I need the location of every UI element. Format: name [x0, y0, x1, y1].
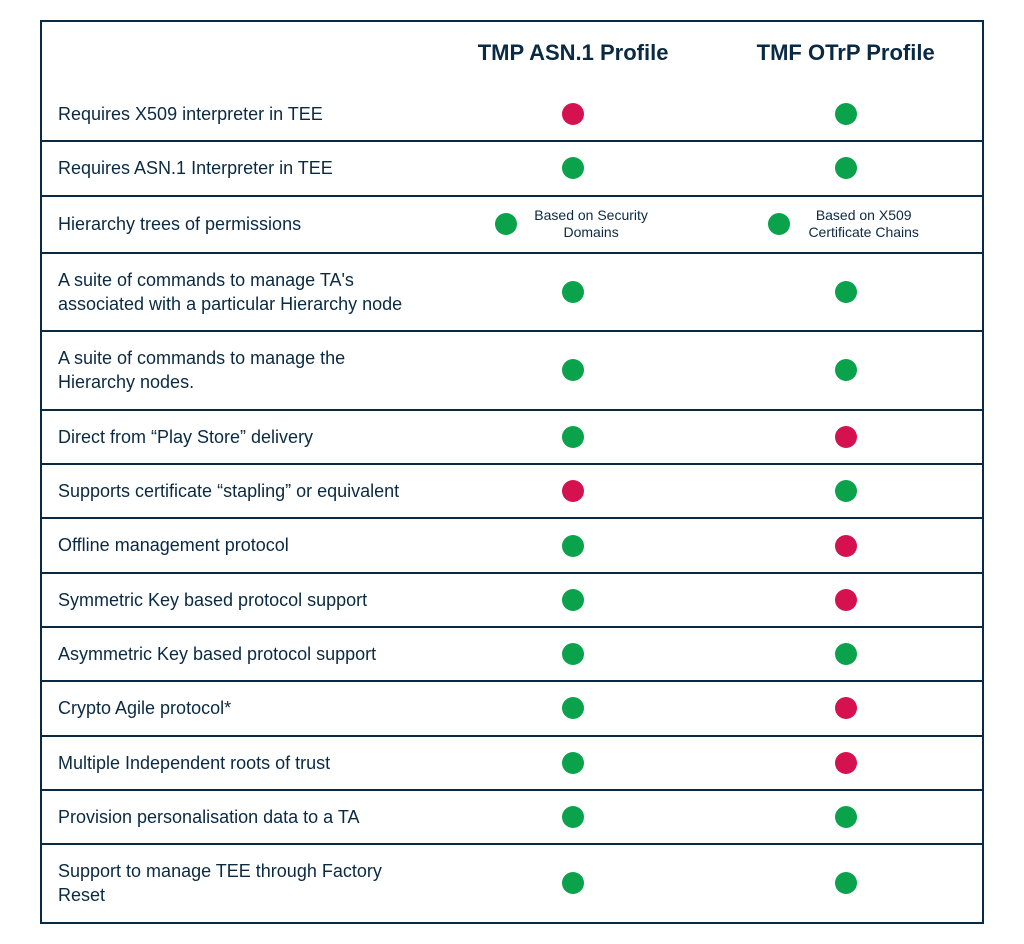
status-dot-red-icon: [835, 752, 857, 774]
status-dot-red-icon: [835, 589, 857, 611]
row-label: Direct from “Play Store” delivery: [42, 410, 437, 464]
col1-cell: [437, 253, 710, 332]
status-dot-green-icon: [835, 480, 857, 502]
status-dot-green-icon: [835, 157, 857, 179]
status-dot-green-icon: [835, 872, 857, 894]
row-label: Multiple Independent roots of trust: [42, 736, 437, 790]
status-dot-green-icon: [835, 359, 857, 381]
status-dot-green-icon: [768, 213, 790, 235]
col1-cell: [437, 573, 710, 627]
status-dot-red-icon: [835, 535, 857, 557]
status-dot-green-icon: [495, 213, 517, 235]
status-dot-green-icon: [835, 103, 857, 125]
col2-cell: [709, 410, 982, 464]
table-row: Requires ASN.1 Interpreter in TEE: [42, 141, 982, 195]
row-label: Requires ASN.1 Interpreter in TEE: [42, 141, 437, 195]
header-col1: TMP ASN.1 Profile: [437, 22, 710, 88]
col2-cell: [709, 573, 982, 627]
table-row: Supports certificate “stapling” or equiv…: [42, 464, 982, 518]
table-header-row: TMP ASN.1 Profile TMF OTrP Profile: [42, 22, 982, 88]
col1-cell: [437, 790, 710, 844]
status-dot-green-icon: [835, 806, 857, 828]
status-dot-green-icon: [562, 806, 584, 828]
header-blank: [42, 22, 437, 88]
status-dot-green-icon: [562, 872, 584, 894]
table-row: A suite of commands to manage the Hierar…: [42, 331, 982, 410]
table-row: Support to manage TEE through Factory Re…: [42, 844, 982, 922]
status-dot-green-icon: [562, 535, 584, 557]
col2-cell: [709, 790, 982, 844]
table-row: Direct from “Play Store” delivery: [42, 410, 982, 464]
status-dot-red-icon: [562, 103, 584, 125]
row-label: Offline management protocol: [42, 518, 437, 572]
col2-cell: [709, 736, 982, 790]
col2-cell: [709, 681, 982, 735]
status-dot-green-icon: [562, 359, 584, 381]
col2-cell: [709, 518, 982, 572]
status-dot-red-icon: [835, 697, 857, 719]
col2-cell: [709, 88, 982, 141]
col1-cell: [437, 518, 710, 572]
row-label: A suite of commands to manage TA's assoc…: [42, 253, 437, 332]
col1-cell: [437, 331, 710, 410]
table-row: Provision personalisation data to a TA: [42, 790, 982, 844]
status-dot-green-icon: [562, 281, 584, 303]
table-row: A suite of commands to manage TA's assoc…: [42, 253, 982, 332]
col1-cell: [437, 464, 710, 518]
status-dot-red-icon: [562, 480, 584, 502]
row-label: Crypto Agile protocol*: [42, 681, 437, 735]
row-label: Requires X509 interpreter in TEE: [42, 88, 437, 141]
col2-cell: [709, 464, 982, 518]
col2-cell: [709, 141, 982, 195]
table-row: Offline management protocol: [42, 518, 982, 572]
status-dot-green-icon: [835, 643, 857, 665]
status-dot-green-icon: [562, 426, 584, 448]
col2-cell: [709, 331, 982, 410]
comparison-table: TMP ASN.1 Profile TMF OTrP Profile Requi…: [40, 20, 984, 924]
table-row: Multiple Independent roots of trust: [42, 736, 982, 790]
status-dot-red-icon: [835, 426, 857, 448]
row-label: Support to manage TEE through Factory Re…: [42, 844, 437, 922]
col1-cell: [437, 141, 710, 195]
status-dot-green-icon: [562, 589, 584, 611]
col1-note: Based on Security Domains: [531, 207, 651, 242]
col1-cell: Based on Security Domains: [437, 196, 710, 253]
col1-cell: [437, 844, 710, 922]
status-dot-green-icon: [562, 643, 584, 665]
col1-cell: [437, 681, 710, 735]
col2-note: Based on X509 Certificate Chains: [804, 207, 924, 242]
col2-cell: [709, 627, 982, 681]
col1-cell: [437, 410, 710, 464]
row-label: Hierarchy trees of permissions: [42, 196, 437, 253]
col1-cell: [437, 627, 710, 681]
col1-cell: [437, 88, 710, 141]
table: TMP ASN.1 Profile TMF OTrP Profile Requi…: [42, 22, 982, 922]
table-row: Requires X509 interpreter in TEE: [42, 88, 982, 141]
status-dot-green-icon: [562, 752, 584, 774]
col1-cell: [437, 736, 710, 790]
table-row: Hierarchy trees of permissions Based on S…: [42, 196, 982, 253]
row-label: Provision personalisation data to a TA: [42, 790, 437, 844]
table-row: Crypto Agile protocol*: [42, 681, 982, 735]
col2-cell: Based on X509 Certificate Chains: [709, 196, 982, 253]
row-label: Asymmetric Key based protocol support: [42, 627, 437, 681]
col2-cell: [709, 253, 982, 332]
col2-cell: [709, 844, 982, 922]
table-row: Asymmetric Key based protocol support: [42, 627, 982, 681]
status-dot-green-icon: [562, 157, 584, 179]
table-row: Symmetric Key based protocol support: [42, 573, 982, 627]
status-dot-green-icon: [562, 697, 584, 719]
header-col2: TMF OTrP Profile: [709, 22, 982, 88]
row-label: A suite of commands to manage the Hierar…: [42, 331, 437, 410]
row-label: Supports certificate “stapling” or equiv…: [42, 464, 437, 518]
status-dot-green-icon: [835, 281, 857, 303]
row-label: Symmetric Key based protocol support: [42, 573, 437, 627]
